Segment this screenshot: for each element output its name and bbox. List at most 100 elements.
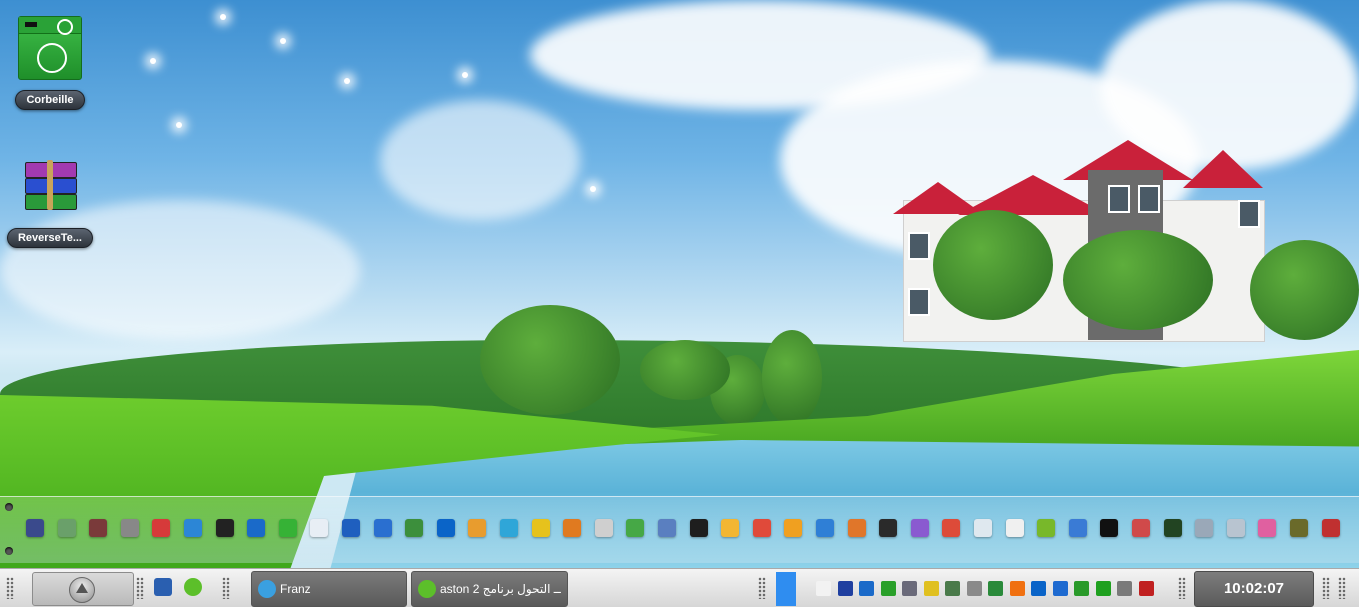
chrome-colored-icon[interactable] — [752, 519, 771, 537]
window-icon[interactable] — [837, 581, 853, 596]
signal-icon[interactable] — [1117, 581, 1132, 596]
cpu-meter-icon[interactable] — [689, 519, 708, 537]
clock-icon[interactable] — [1074, 581, 1089, 596]
tree — [1250, 240, 1359, 340]
lifebuoy-icon[interactable] — [152, 519, 171, 537]
trash-icon[interactable] — [89, 519, 108, 537]
taskbar-grip[interactable] — [1338, 577, 1346, 599]
house-window — [908, 232, 930, 260]
battery-icon[interactable] — [966, 581, 982, 596]
aston-icon[interactable] — [184, 578, 202, 596]
eyes-icon[interactable] — [923, 581, 939, 596]
clock-icon[interactable] — [594, 519, 613, 537]
tray-show-hidden-button[interactable] — [776, 572, 796, 606]
sparkle — [150, 58, 156, 64]
recycle-bin-slot — [25, 22, 37, 27]
recycle-bin-logo — [37, 43, 67, 73]
windows-icon[interactable] — [1068, 519, 1087, 537]
desktop-icon-recycle-bin[interactable]: Corbeille — [0, 16, 100, 115]
tree — [933, 210, 1053, 320]
show-desktop-icon[interactable] — [154, 578, 172, 596]
photo-icon[interactable] — [847, 519, 866, 537]
wifi-icon[interactable] — [859, 581, 874, 596]
app-grid-icon[interactable] — [1052, 581, 1068, 596]
weather-icon[interactable] — [721, 519, 740, 537]
sparkle — [176, 122, 182, 128]
taskbar-grip[interactable] — [222, 577, 230, 599]
house-window — [1138, 185, 1160, 213]
box-icon[interactable] — [563, 519, 582, 537]
printer-icon[interactable] — [1226, 519, 1245, 537]
document-icon[interactable] — [310, 519, 329, 537]
house-window — [1238, 200, 1260, 228]
wifi-icon[interactable] — [247, 519, 266, 537]
orb-icon[interactable] — [910, 519, 929, 537]
check-icon[interactable] — [626, 519, 645, 537]
desktop-icon-reverse-te[interactable]: ReverseTe... — [0, 160, 100, 253]
avast-icon[interactable] — [1009, 581, 1025, 596]
pin-icon[interactable] — [120, 519, 139, 537]
ol-icon[interactable] — [816, 519, 834, 537]
sheep-icon[interactable] — [816, 581, 831, 596]
taskbar-grip[interactable] — [758, 577, 766, 599]
notes-icon[interactable] — [531, 519, 550, 537]
flower-icon[interactable] — [1258, 519, 1277, 537]
app-icon[interactable] — [26, 519, 44, 537]
recycle-icon[interactable] — [1037, 519, 1056, 537]
globe-icon[interactable] — [988, 581, 1003, 596]
tree — [480, 305, 620, 415]
globe-icon[interactable] — [184, 519, 202, 537]
r-icon[interactable] — [880, 581, 896, 596]
taskbar-grip[interactable] — [1178, 577, 1186, 599]
archive-strap — [47, 160, 53, 210]
tree — [1063, 230, 1213, 330]
edit-icon[interactable] — [1005, 519, 1024, 537]
chrome-icon[interactable] — [942, 519, 961, 537]
settings-icon[interactable] — [784, 519, 803, 537]
house-window — [1108, 185, 1130, 213]
taskbar-button-franz[interactable]: Franz — [251, 571, 407, 607]
flag-icon[interactable] — [1321, 519, 1340, 537]
flag-icon[interactable] — [1095, 581, 1111, 596]
tools-icon[interactable] — [1132, 519, 1150, 537]
taskbar-grip[interactable] — [136, 577, 144, 599]
teamviewer-icon[interactable] — [1031, 581, 1046, 596]
folder-icon[interactable] — [468, 519, 487, 537]
start-button[interactable] — [32, 572, 134, 606]
disk-meter-icon[interactable] — [879, 519, 898, 537]
terminal-icon[interactable] — [215, 519, 234, 537]
dock-grip-bottom[interactable] — [5, 547, 13, 555]
book-icon[interactable] — [1290, 519, 1308, 537]
aston-icon — [418, 580, 436, 598]
taskbar-grip[interactable] — [6, 577, 14, 599]
teamviewer-icon[interactable] — [436, 519, 455, 537]
tree — [640, 340, 730, 400]
cursor-icon[interactable] — [342, 519, 360, 537]
franz-icon — [258, 580, 276, 598]
sparkle — [344, 78, 350, 84]
monitor-icon[interactable] — [405, 519, 424, 537]
diamond-icon[interactable] — [902, 581, 917, 596]
taskbar-clock[interactable]: 10:02:07 — [1194, 571, 1314, 607]
speaker-icon[interactable] — [1138, 581, 1154, 596]
screen-icon[interactable] — [1163, 519, 1182, 537]
taskbar-grip[interactable] — [1322, 577, 1330, 599]
map-icon[interactable] — [373, 519, 392, 537]
usb-icon[interactable] — [945, 581, 960, 596]
shield-icon[interactable] — [658, 519, 676, 537]
kodi-icon[interactable] — [500, 519, 518, 537]
recycle-bin-icon[interactable] — [57, 519, 76, 537]
wireless-icon[interactable] — [278, 519, 297, 537]
house-roof — [958, 175, 1108, 215]
sparkle — [590, 186, 596, 192]
sparkle — [220, 14, 226, 20]
sparkle — [462, 72, 468, 78]
taskbar-button-aston[interactable]: aston 2 ــ التحول برنامج — [411, 571, 568, 607]
taskbar-button-title: aston 2 ــ التحول برنامج — [440, 582, 561, 596]
grid-icon[interactable] — [1100, 519, 1119, 537]
house-window — [908, 288, 930, 316]
ring-icon[interactable] — [974, 519, 992, 537]
desktop-icon-label: ReverseTe... — [6, 228, 93, 248]
network-icon[interactable] — [1195, 519, 1214, 537]
dock-grip-top[interactable] — [5, 503, 13, 511]
